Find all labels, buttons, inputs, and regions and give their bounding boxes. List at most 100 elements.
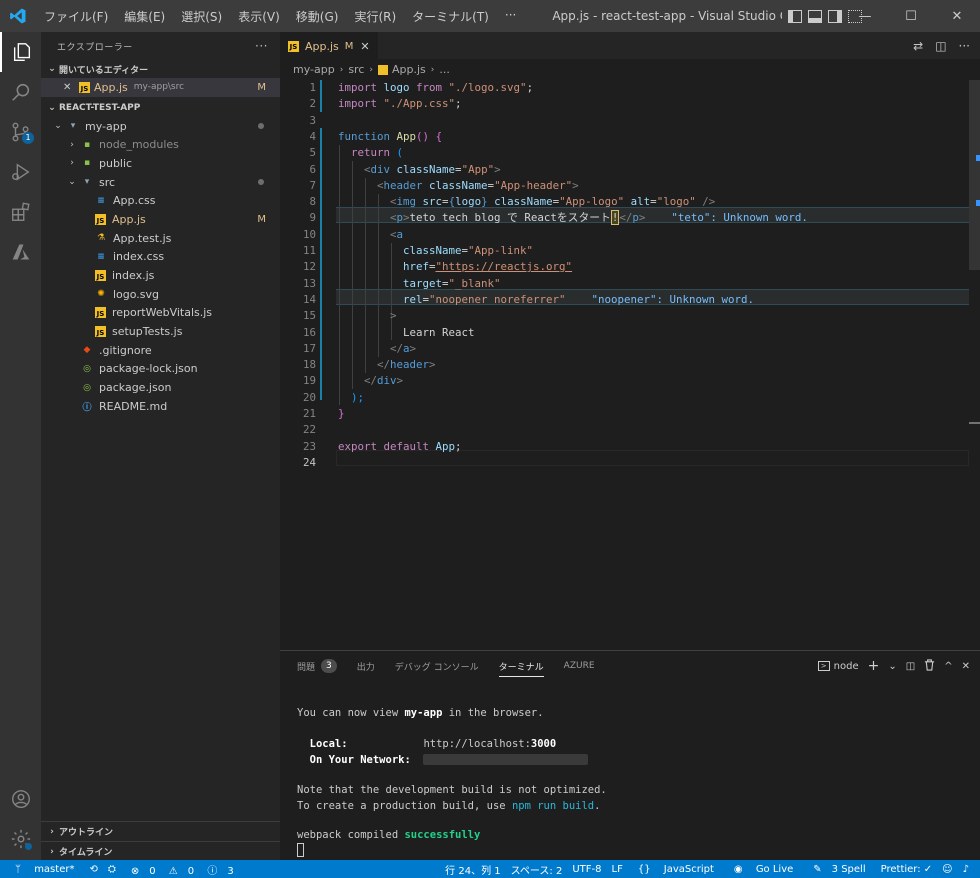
feedback-icon[interactable]: ☺ [942, 864, 952, 875]
tree-item[interactable]: JS index.js [41, 266, 280, 285]
code-line-5: return ( [351, 145, 403, 161]
tree-item[interactable]: ◎ package-lock.json [41, 360, 280, 379]
close-window-button[interactable]: ✕ [934, 0, 980, 32]
problems-indicator[interactable]: ⊗ 0 ⚠ 0 ⓘ 3 [126, 862, 239, 877]
end-of-line[interactable]: LF [612, 864, 623, 875]
explorer-icon[interactable] [0, 32, 41, 72]
go-live-label: Go Live [755, 863, 794, 875]
tree-item[interactable]: JS App.js M [41, 210, 280, 229]
timeline-section[interactable]: › タイムライン [41, 841, 280, 861]
breadcrumb-symbols[interactable]: ... [439, 63, 450, 76]
split-terminal-icon[interactable]: ◫ [906, 661, 915, 672]
minimize-button[interactable]: — [842, 0, 888, 32]
tree-item[interactable]: ⓘ README.md [41, 397, 280, 416]
indent-guide [365, 178, 366, 373]
tab-problems[interactable]: 問題 3 [297, 651, 337, 681]
menu-view[interactable]: 表示(V) [230, 8, 288, 25]
tree-item[interactable]: ⚗ App.test.js [41, 229, 280, 248]
scrollbar-thumb[interactable] [969, 80, 980, 270]
breadcrumb-app-js[interactable]: App.js [392, 63, 426, 76]
maximize-button[interactable]: ☐ [888, 0, 934, 32]
project-section[interactable]: ⌄ REACT-TEST-APP [41, 99, 280, 117]
chevron-right-icon: › [339, 64, 344, 75]
menu-terminal[interactable]: ターミナル(T) [404, 8, 497, 25]
sync-icon[interactable]: ⟲ [89, 864, 97, 875]
tree-item[interactable]: › ▪ node_modules [41, 135, 280, 154]
remote-explorer-icon[interactable]: ⛭ [108, 864, 116, 875]
tree-item[interactable]: ◎ package.json [41, 378, 280, 397]
tree-item[interactable]: › ▪ public [41, 154, 280, 173]
open-editor-item[interactable]: ✕ JS App.js my-app\src M [41, 78, 280, 97]
tab-app-js[interactable]: JS App.js M ✕ [280, 32, 378, 59]
language-mode[interactable]: {} JavaScript [633, 864, 719, 875]
tree-item[interactable]: JS setupTests.js [41, 322, 280, 341]
diagnostic-marker [976, 155, 980, 161]
line-number: 17 [302, 341, 316, 355]
menu-bar: ファイル(F) 編集(E) 選択(S) 表示(V) 移動(G) 実行(R) ター… [36, 8, 524, 25]
tab-debug-console[interactable]: デバッグ コンソール [395, 651, 479, 681]
menu-run[interactable]: 実行(R) [346, 8, 404, 25]
more-actions-icon[interactable]: ··· [959, 39, 970, 53]
terminal-selector[interactable]: > node [817, 661, 859, 672]
folder-open-icon: ▾ [70, 121, 76, 132]
close-editor-icon[interactable]: ✕ [63, 82, 77, 93]
menu-edit[interactable]: 編集(E) [116, 8, 173, 25]
accounts-icon[interactable] [0, 779, 41, 819]
breadcrumb-my-app[interactable]: my-app [293, 63, 335, 76]
editor-scrollbar[interactable] [969, 80, 980, 650]
tab-azure[interactable]: AZURE [564, 651, 595, 681]
terminal-dropdown-icon[interactable]: ⌄ [888, 661, 896, 672]
notifications-bell-icon[interactable]: ♪ [963, 864, 969, 875]
css-file-icon: ≡ [97, 251, 105, 262]
vscode-logo-icon[interactable] [0, 7, 36, 25]
code-editor[interactable]: 1 2 3 4 5 6 7 8 9 10 11 12 13 14 15 16 17 18 19 20 21 22 23 24 … [280, 80, 980, 650]
explorer-more-button[interactable]: ··· [255, 39, 268, 53]
line-number: 12 [302, 260, 316, 274]
menu-file[interactable]: ファイル(F) [36, 8, 116, 25]
new-terminal-button[interactable]: + [868, 658, 880, 674]
terminal-link[interactable]: http://localhost: [423, 738, 530, 750]
compare-changes-icon[interactable]: ⇄ [913, 39, 923, 53]
tab-output[interactable]: 出力 [357, 651, 375, 681]
tree-item[interactable]: JS reportWebVitals.js [41, 304, 280, 323]
explorer-header: エクスプローラー ··· [41, 32, 280, 60]
token: App [429, 439, 456, 453]
outline-section[interactable]: › アウトライン [41, 821, 280, 841]
maximize-panel-icon[interactable]: ^ [944, 661, 952, 672]
tree-item[interactable]: ⌄ ▾ my-app [41, 117, 280, 136]
kill-terminal-icon[interactable] [924, 658, 935, 674]
tree-item[interactable]: ≡ index.css [41, 248, 280, 267]
project-title: REACT-TEST-APP [59, 102, 141, 113]
tab-terminal[interactable]: ターミナル [498, 651, 544, 681]
close-panel-icon[interactable]: ✕ [962, 661, 970, 672]
encoding[interactable]: UTF-8 [572, 864, 601, 875]
toggle-sidebar-icon[interactable] [788, 9, 803, 23]
tree-item[interactable]: ◆ .gitignore [41, 341, 280, 360]
toggle-secondary-sidebar-icon[interactable] [828, 9, 843, 23]
menu-selection[interactable]: 選択(S) [173, 8, 230, 25]
tree-item[interactable]: ≡ App.css [41, 191, 280, 210]
azure-icon[interactable] [0, 232, 41, 272]
menu-go[interactable]: 移動(G) [288, 8, 347, 25]
tree-item[interactable]: ✺ logo.svg [41, 285, 280, 304]
spell-checker[interactable]: ✎ 3 Spell [808, 864, 870, 875]
prettier-status[interactable]: Prettier: ✓ [881, 864, 933, 875]
tree-item-label: README.md [99, 399, 168, 413]
token: header [390, 358, 430, 372]
extensions-icon[interactable] [0, 192, 41, 232]
breadcrumb-src[interactable]: src [348, 63, 364, 76]
toggle-panel-icon[interactable] [808, 9, 823, 23]
open-editors-section[interactable]: ⌄ 開いているエディター [41, 60, 280, 78]
source-control-icon[interactable]: 1 [0, 112, 41, 152]
search-icon[interactable] [0, 72, 41, 112]
go-live-button[interactable]: ◉ Go Live [729, 864, 798, 875]
indentation[interactable]: スペース: 2 [511, 862, 563, 877]
settings-gear-icon[interactable] [0, 819, 41, 859]
tree-item[interactable]: ⌄ ▾ src [41, 173, 280, 192]
menu-more[interactable]: ··· [497, 8, 524, 25]
split-editor-icon[interactable]: ◫ [935, 39, 946, 53]
branch-indicator[interactable]: ᛘ master* [10, 864, 79, 875]
tab-close-icon[interactable]: ✕ [360, 40, 369, 53]
run-debug-icon[interactable] [0, 152, 41, 192]
cursor-position[interactable]: 行 24、列 1 [445, 862, 500, 877]
